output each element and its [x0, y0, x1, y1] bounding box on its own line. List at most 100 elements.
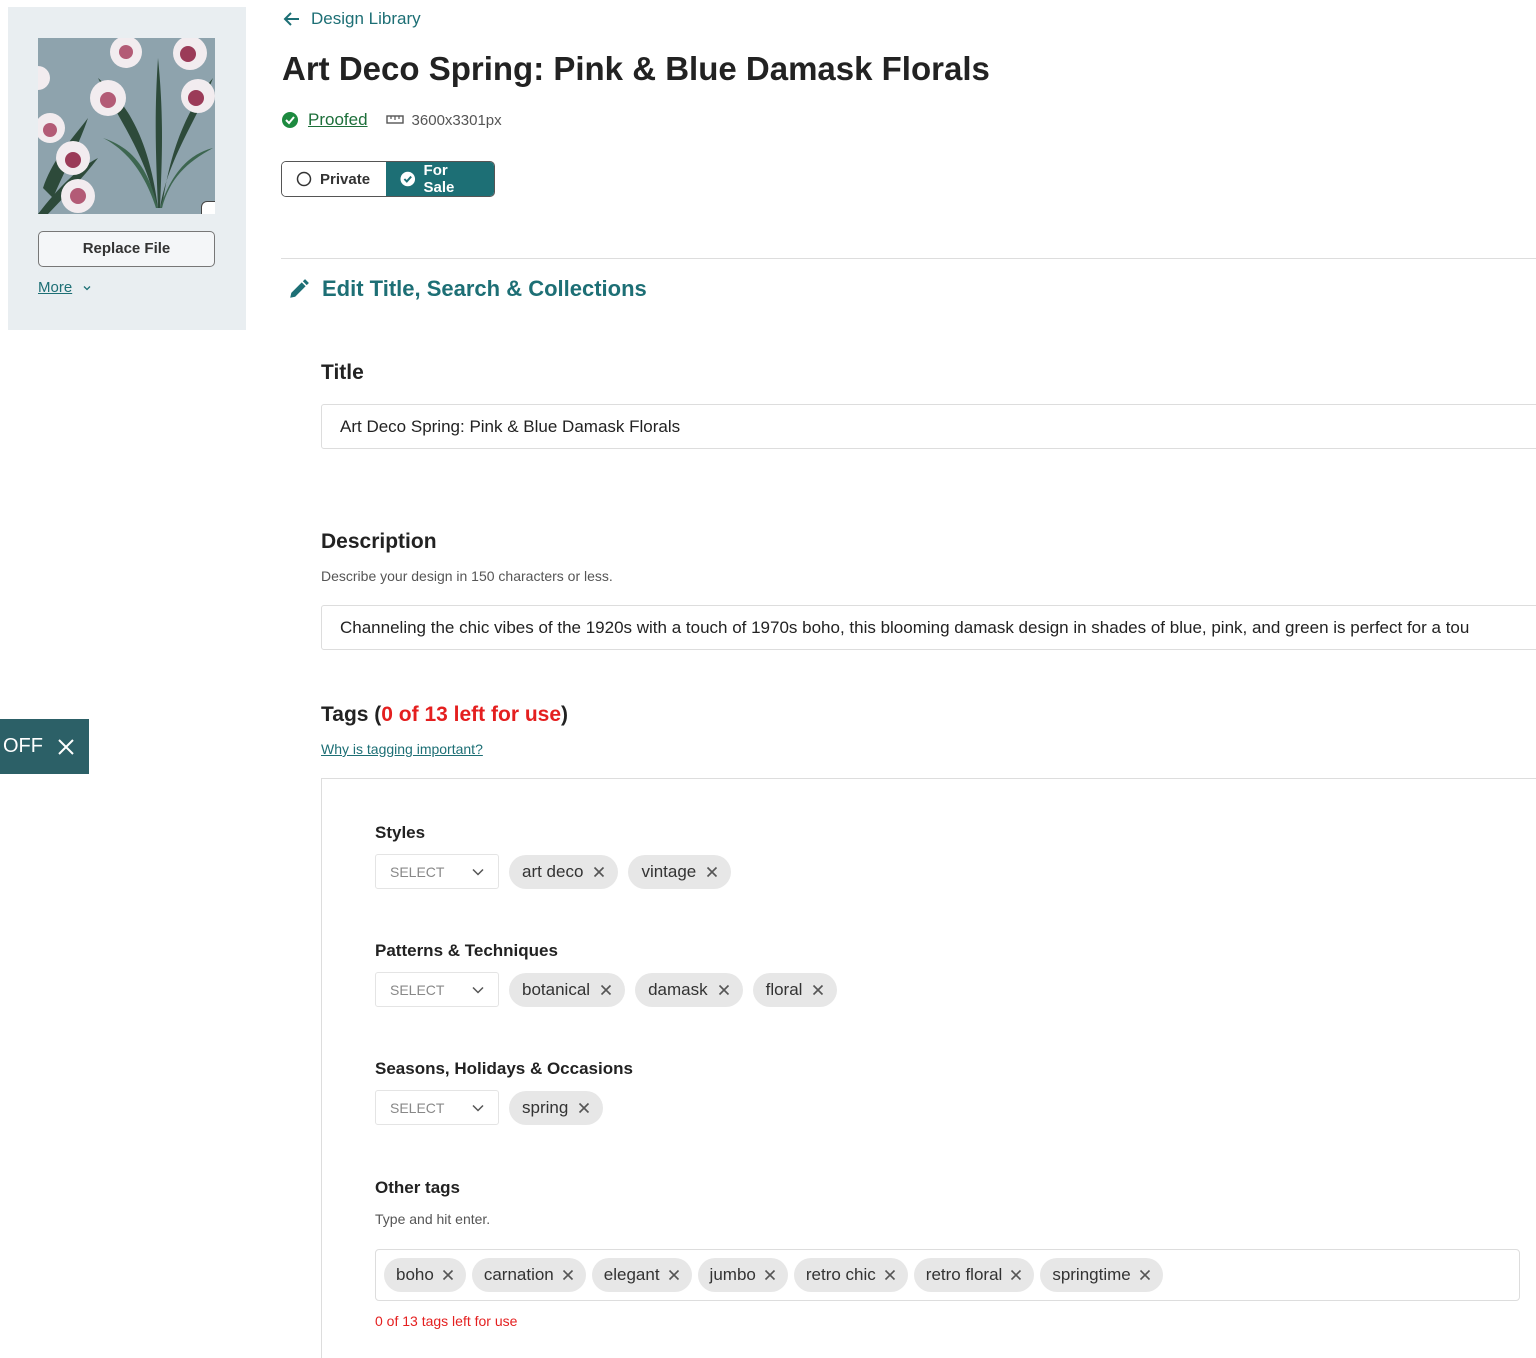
more-dropdown[interactable]: More	[38, 279, 92, 296]
title-label: Title	[321, 361, 364, 384]
design-sidebar: Replace File More	[8, 7, 246, 330]
description-input[interactable]: Channeling the chic vibes of the 1920s w…	[321, 605, 1536, 650]
tag-label: jumbo	[709, 1265, 756, 1284]
remove-tag-button[interactable]	[812, 984, 824, 996]
why-tagging-link[interactable]: Why is tagging important?	[321, 741, 483, 757]
visibility-toggle: Private For Sale	[281, 161, 495, 197]
back-to-design-library[interactable]: Design Library	[283, 9, 421, 29]
remove-tag-button[interactable]	[718, 984, 730, 996]
other-tags-input[interactable]: boho carnation elegant jumbo retro chic …	[375, 1249, 1520, 1301]
title-input[interactable]: Art Deco Spring: Pink & Blue Damask Flor…	[321, 404, 1536, 449]
remove-tag-button[interactable]	[884, 1269, 896, 1281]
tags-left-note: 0 of 13 tags left for use	[375, 1313, 518, 1329]
tag-label: carnation	[483, 1265, 554, 1284]
chevron-down-icon	[83, 285, 91, 290]
close-icon	[442, 1269, 453, 1281]
for-sale-label: For Sale	[423, 162, 455, 196]
remove-tag-button[interactable]	[668, 1269, 680, 1281]
close-icon	[718, 984, 729, 995]
close-icon	[1011, 1269, 1022, 1281]
section-divider	[281, 258, 1536, 259]
tag-label: retro floral	[925, 1265, 1003, 1284]
arrow-left-icon	[283, 12, 299, 26]
edit-image-button[interactable]	[201, 201, 215, 214]
for-sale-option[interactable]: For Sale	[386, 162, 494, 196]
close-icon	[764, 1269, 775, 1281]
select-placeholder: SELECT	[390, 1099, 445, 1116]
tag-label: botanical	[522, 979, 591, 999]
seasons-select[interactable]: SELECT	[375, 1090, 499, 1125]
tag-chip: jumbo	[697, 1258, 788, 1292]
tag-label: boho	[396, 1265, 434, 1284]
tag-chip: springtime	[1040, 1258, 1163, 1292]
styles-row: SELECT art deco vintage	[375, 854, 732, 889]
patterns-select[interactable]: SELECT	[375, 972, 499, 1007]
remove-tag-button[interactable]	[1010, 1269, 1022, 1281]
close-icon	[579, 1102, 590, 1113]
patterns-row: SELECT botanical damask floral	[375, 972, 838, 1007]
tag-label: damask	[648, 979, 708, 999]
remove-tag-button[interactable]	[706, 866, 718, 878]
close-icon	[562, 1269, 573, 1281]
tags-remaining-count: 0 of 13 left for use	[381, 703, 562, 726]
private-option[interactable]: Private	[282, 162, 386, 196]
toast-label: OFF	[3, 735, 43, 757]
promo-toast: OFF	[0, 719, 89, 774]
remove-tag-button[interactable]	[593, 866, 605, 878]
styles-select[interactable]: SELECT	[375, 854, 499, 889]
tag-chip: damask	[635, 972, 743, 1007]
close-icon	[884, 1269, 895, 1281]
tag-label: vintage	[641, 861, 697, 881]
check-circle-icon	[400, 171, 416, 187]
floral-pattern-image	[38, 38, 215, 214]
pencil-icon	[209, 209, 215, 214]
styles-label: Styles	[375, 823, 426, 842]
more-label: More	[38, 279, 73, 296]
remove-tag-button[interactable]	[562, 1269, 574, 1281]
tag-chip: retro floral	[913, 1258, 1035, 1292]
patterns-label: Patterns & Techniques	[375, 941, 558, 960]
tag-label: springtime	[1052, 1265, 1131, 1284]
close-icon	[813, 984, 824, 995]
tag-chip: botanical	[509, 972, 626, 1007]
proofed-status-link[interactable]: Proofed	[308, 110, 368, 130]
edit-section-toggle[interactable]: Edit Title, Search & Collections	[288, 276, 647, 302]
chevron-down-icon	[472, 986, 484, 994]
seasons-row: SELECT spring	[375, 1090, 604, 1125]
tag-chip: vintage	[628, 854, 732, 889]
check-circle-icon	[282, 112, 298, 128]
remove-tag-button[interactable]	[600, 984, 612, 996]
other-tags-help: Type and hit enter.	[375, 1211, 491, 1227]
close-icon	[594, 866, 605, 877]
remove-tag-button[interactable]	[578, 1102, 590, 1114]
select-placeholder: SELECT	[390, 981, 445, 998]
design-thumbnail[interactable]	[38, 38, 215, 214]
tag-chip: floral	[752, 972, 838, 1007]
select-placeholder: SELECT	[390, 863, 445, 880]
radio-empty-icon	[296, 171, 312, 187]
other-tags-label: Other tags	[375, 1178, 461, 1197]
back-label: Design Library	[311, 9, 421, 28]
ruler-icon	[385, 115, 404, 124]
tag-label: spring	[522, 1097, 569, 1117]
private-label: Private	[320, 170, 371, 188]
pencil-icon	[290, 279, 309, 298]
tags-heading: Tags (0 of 13 left for use)	[321, 703, 568, 727]
tag-chip: retro chic	[793, 1258, 908, 1292]
tag-chip: boho	[384, 1258, 466, 1292]
description-label: Description	[321, 530, 437, 553]
replace-file-button[interactable]: Replace File	[38, 231, 215, 267]
remove-tag-button[interactable]	[1139, 1269, 1151, 1281]
remove-tag-button[interactable]	[442, 1269, 454, 1281]
section-title: Edit Title, Search & Collections	[322, 276, 647, 301]
seasons-label: Seasons, Holidays & Occasions	[375, 1059, 633, 1078]
tag-chip: carnation	[471, 1258, 586, 1292]
design-meta: Proofed 3600x3301px	[282, 110, 502, 130]
tag-chip: elegant	[591, 1258, 692, 1292]
close-toast-button[interactable]	[57, 738, 75, 756]
tag-label: floral	[765, 979, 803, 999]
tag-label: retro chic	[805, 1265, 876, 1284]
tag-chip: art deco	[509, 854, 619, 889]
close-icon	[1139, 1269, 1150, 1281]
remove-tag-button[interactable]	[764, 1269, 776, 1281]
